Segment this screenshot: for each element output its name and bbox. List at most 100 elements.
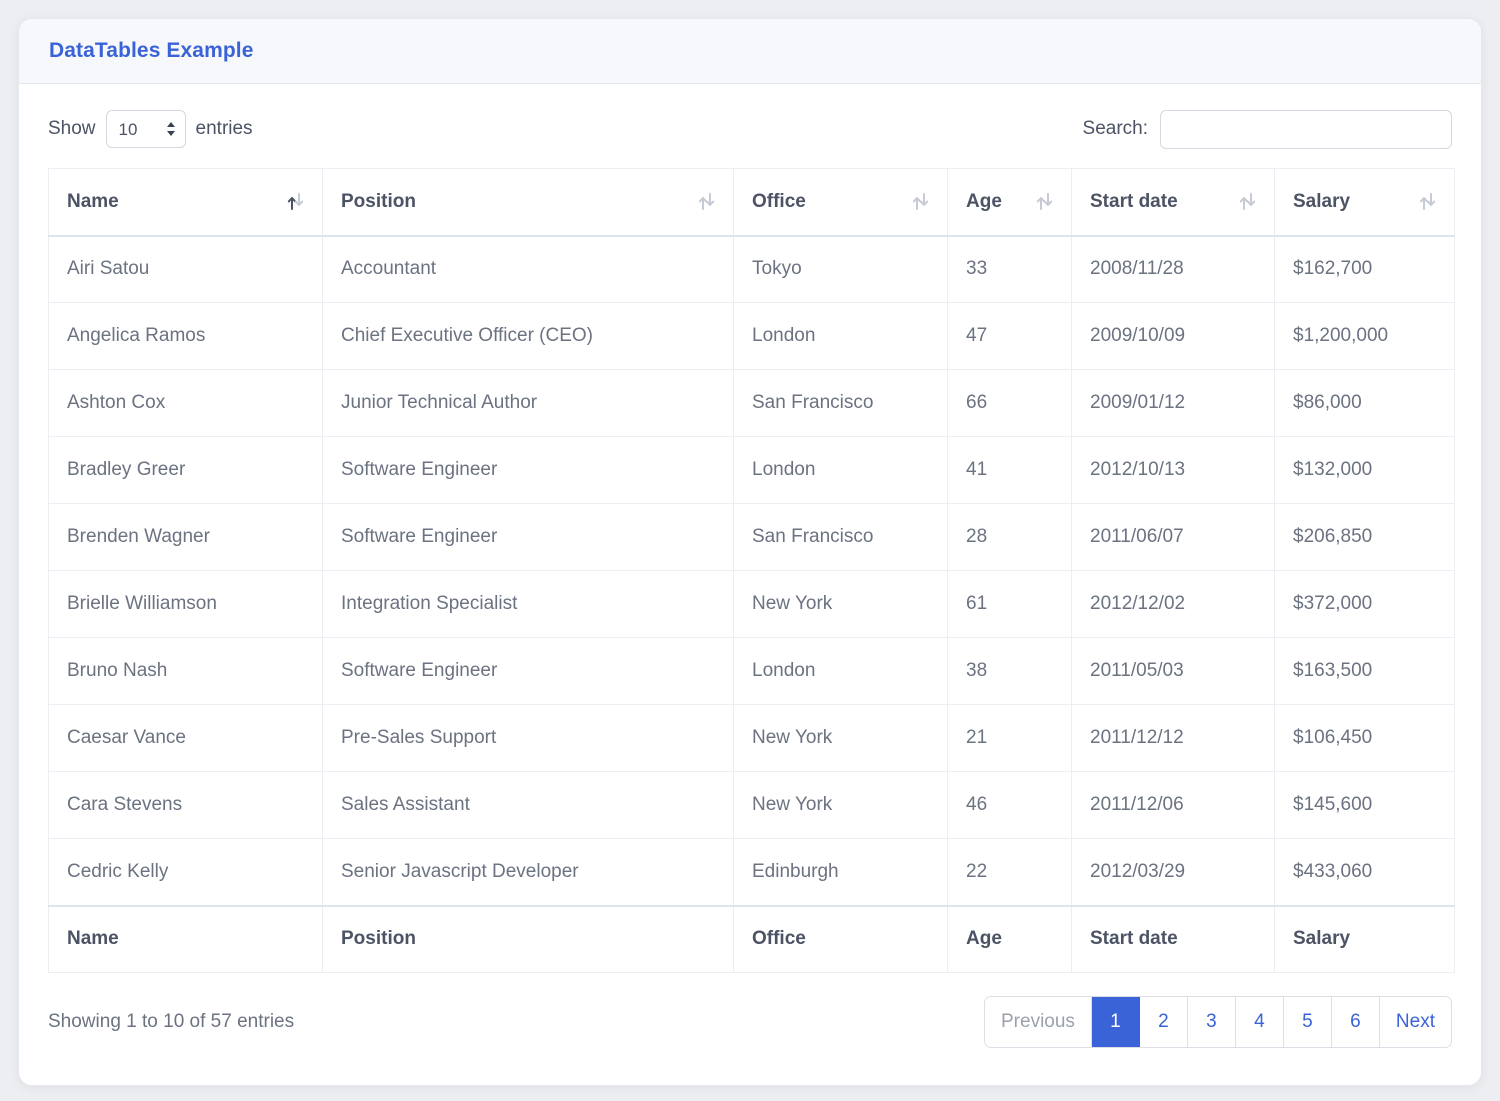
cell-salary: $433,060: [1274, 838, 1455, 906]
pagination-button-5[interactable]: 5: [1283, 997, 1332, 1047]
table-body: Airi Satou Accountant Tokyo 33 2008/11/28 $16…: [48, 235, 1455, 906]
cell-name: Caesar Vance: [48, 704, 323, 772]
pagination-button-6[interactable]: 6: [1331, 997, 1380, 1047]
cell-office: New York: [733, 771, 948, 839]
cell-salary: $206,850: [1274, 503, 1455, 571]
card-body: Show 10 entries Search: Name Position Of…: [19, 84, 1481, 1085]
column-header-salary[interactable]: Salary: [1274, 168, 1455, 237]
cell-age: 33: [947, 235, 1072, 303]
table-row[interactable]: Angelica Ramos Chief Executive Officer (C…: [48, 302, 1455, 370]
page-length-select[interactable]: 10: [105, 110, 186, 148]
column-header-age[interactable]: Age: [947, 168, 1072, 237]
table-header-row: Name Position Office Age Start date Salary: [48, 168, 1455, 237]
footer-column-header-age: Age: [947, 904, 1072, 973]
cell-name: Airi Satou: [48, 235, 323, 303]
show-label: Show: [48, 118, 96, 139]
column-header-office[interactable]: Office: [733, 168, 948, 237]
pagination-button-previous: Previous: [985, 997, 1092, 1047]
footer-column-header-position: Position: [322, 904, 734, 973]
cell-age: 66: [947, 369, 1072, 437]
pagination-button-2[interactable]: 2: [1139, 997, 1188, 1047]
entries-info: Showing 1 to 10 of 57 entries: [48, 1011, 295, 1032]
cell-salary: $106,450: [1274, 704, 1455, 772]
cell-office: Edinburgh: [733, 838, 948, 906]
table-row[interactable]: Cedric Kelly Senior Javascript Developer E…: [48, 838, 1455, 906]
pagination: Previous 1 2 3 4 5 6 Next: [984, 996, 1452, 1048]
cell-position: Integration Specialist: [322, 570, 734, 638]
cell-start: 2011/12/12: [1071, 704, 1275, 772]
cell-office: London: [733, 637, 948, 705]
table-row[interactable]: Airi Satou Accountant Tokyo 33 2008/11/28 $16…: [48, 235, 1455, 303]
cell-name: Bruno Nash: [48, 637, 323, 705]
cell-age: 21: [947, 704, 1072, 772]
cell-age: 28: [947, 503, 1072, 571]
cell-office: New York: [733, 570, 948, 638]
pagination-button-next[interactable]: Next: [1379, 997, 1451, 1047]
sort-none-icon: [912, 193, 929, 211]
column-header-label: Salary: [1293, 190, 1351, 212]
page-root: DataTables Example Show 10 entries Searc…: [0, 0, 1500, 1101]
table-row[interactable]: Bruno Nash Software Engineer London 38 2011/…: [48, 637, 1455, 705]
cell-age: 41: [947, 436, 1072, 504]
column-header-name[interactable]: Name: [48, 168, 323, 237]
cell-start: 2009/10/09: [1071, 302, 1275, 370]
cell-position: Pre-Sales Support: [322, 704, 734, 772]
cell-position: Junior Technical Author: [322, 369, 734, 437]
column-header-label: Start date: [1090, 190, 1178, 212]
cell-salary: $372,000: [1274, 570, 1455, 638]
cell-position: Software Engineer: [322, 436, 734, 504]
footer-column-header-office: Office: [733, 904, 948, 973]
cell-name: Angelica Ramos: [48, 302, 323, 370]
column-header-label: Office: [752, 190, 806, 212]
employees-table: Name Position Office Age Start date Salary Ai…: [48, 168, 1455, 973]
cell-position: Software Engineer: [322, 637, 734, 705]
footer-column-header-start: Start date: [1071, 904, 1275, 973]
sort-ascending-icon: [287, 193, 304, 211]
table-row[interactable]: Bradley Greer Software Engineer London 41 20…: [48, 436, 1455, 504]
cell-start: 2008/11/28: [1071, 235, 1275, 303]
pagination-button-1[interactable]: 1: [1091, 997, 1140, 1047]
pagination-button-3[interactable]: 3: [1187, 997, 1236, 1047]
cell-office: New York: [733, 704, 948, 772]
cell-position: Accountant: [322, 235, 734, 303]
cell-salary: $162,700: [1274, 235, 1455, 303]
cell-age: 47: [947, 302, 1072, 370]
page-title: DataTables Example: [49, 39, 254, 62]
table-row[interactable]: Cara Stevens Sales Assistant New York 46 201…: [48, 771, 1455, 839]
entries-label: entries: [195, 118, 253, 139]
search-input[interactable]: [1160, 109, 1452, 149]
datatables-card: DataTables Example Show 10 entries Searc…: [18, 18, 1482, 1086]
pagination-button-4[interactable]: 4: [1235, 997, 1284, 1047]
column-header-start[interactable]: Start date: [1071, 168, 1275, 237]
cell-office: London: [733, 436, 948, 504]
cell-start: 2012/12/02: [1071, 570, 1275, 638]
column-header-position[interactable]: Position: [322, 168, 734, 237]
cell-position: Chief Executive Officer (CEO): [322, 302, 734, 370]
cell-position: Sales Assistant: [322, 771, 734, 839]
cell-office: Tokyo: [733, 235, 948, 303]
column-header-label: Age: [966, 190, 1002, 212]
cell-name: Bradley Greer: [48, 436, 323, 504]
table-head: Name Position Office Age Start date Salary: [48, 168, 1455, 237]
cell-age: 38: [947, 637, 1072, 705]
table-row[interactable]: Caesar Vance Pre-Sales Support New York 21 2…: [48, 704, 1455, 772]
search-label: Search:: [1082, 118, 1148, 139]
table-row[interactable]: Brenden Wagner Software Engineer San Franc…: [48, 503, 1455, 571]
column-header-label: Position: [341, 190, 416, 212]
table-row[interactable]: Ashton Cox Junior Technical Author San Fra…: [48, 369, 1455, 437]
column-header-label: Name: [67, 190, 119, 212]
cell-office: San Francisco: [733, 369, 948, 437]
cell-start: 2012/10/13: [1071, 436, 1275, 504]
cell-name: Cara Stevens: [48, 771, 323, 839]
sort-none-icon: [1239, 193, 1256, 211]
cell-salary: $163,500: [1274, 637, 1455, 705]
cell-position: Software Engineer: [322, 503, 734, 571]
page-length-control: Show 10 entries: [48, 110, 253, 148]
cell-age: 61: [947, 570, 1072, 638]
search-control: Search:: [1082, 109, 1452, 149]
cell-start: 2011/12/06: [1071, 771, 1275, 839]
card-header: DataTables Example: [19, 19, 1481, 84]
cell-name: Ashton Cox: [48, 369, 323, 437]
stepper-updown-icon: [166, 122, 175, 136]
table-row[interactable]: Brielle Williamson Integration Specialist…: [48, 570, 1455, 638]
